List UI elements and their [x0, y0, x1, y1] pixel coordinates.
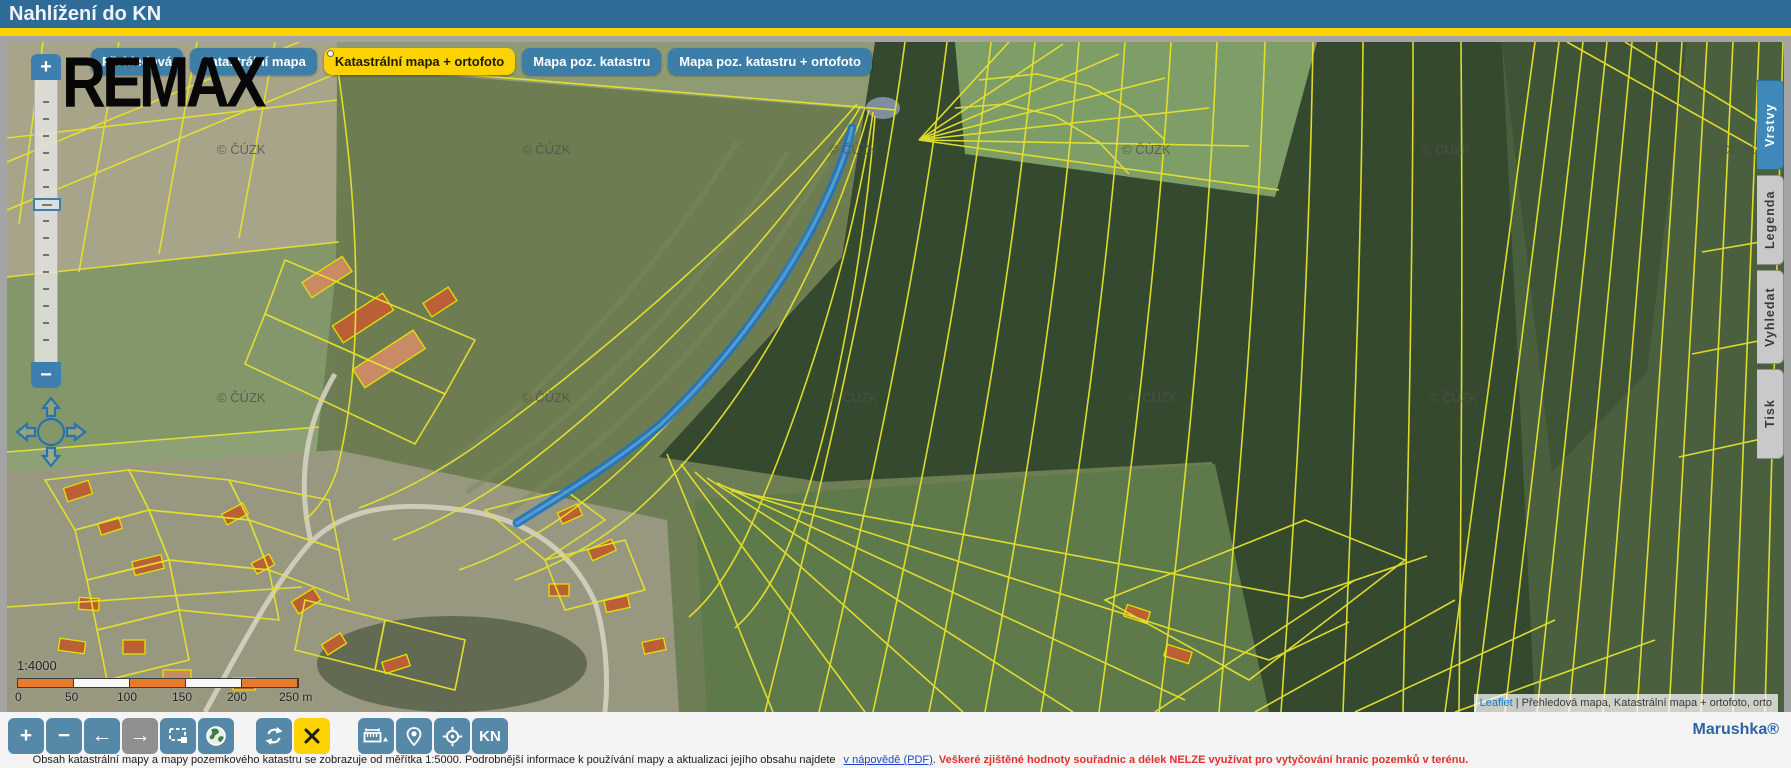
ruler-icon [363, 728, 388, 743]
selected-radio-dot [326, 50, 334, 57]
marushka-brand: Marushka® [1692, 721, 1779, 738]
zoom-slider-control: + − [31, 54, 61, 388]
tab-mapa-poz-katastru[interactable]: Mapa poz. katastru [522, 48, 662, 75]
crosshair-icon [442, 726, 462, 746]
pan-right-arrow-icon[interactable] [65, 421, 87, 443]
pan-left-arrow-icon[interactable] [15, 421, 37, 443]
tab-katastralni-mapa[interactable]: Katastrální mapa [190, 48, 317, 75]
leaflet-link[interactable]: Leaflet [1480, 697, 1513, 709]
zoom-slider-handle[interactable] [33, 198, 61, 211]
map-viewport[interactable]: Přehledová Katastrální mapa Katastrální … [7, 42, 1784, 712]
layer-tabs: Přehledová Katastrální mapa Katastrální … [91, 48, 872, 75]
pan-center-circle[interactable] [36, 417, 66, 447]
close-x-icon [304, 728, 320, 744]
scale-ticks: 0 50 100 150 200 250 m [15, 690, 313, 704]
zoom-slider-track[interactable] [33, 80, 61, 362]
measure-button[interactable] [358, 718, 394, 754]
zoom-rectangle-button[interactable] [160, 718, 196, 754]
aerial-map-layer [7, 42, 1784, 712]
side-tab-legenda[interactable]: Legenda [1757, 175, 1784, 265]
side-tab-vrstvy[interactable]: Vrstvy [1757, 80, 1784, 170]
locate-button[interactable] [434, 718, 470, 754]
history-forward-button[interactable]: → [122, 718, 158, 754]
side-tab-tisk[interactable]: Tisk [1757, 369, 1784, 459]
warning-text: Veškeré zjištěné hodnoty souřadnic a dél… [938, 754, 1469, 766]
app-header: Nahlížení do KN [0, 0, 1791, 28]
scale-ratio: 1:4000 [17, 658, 57, 673]
zoom-rectangle-icon [169, 728, 187, 743]
gps-pin-icon [406, 726, 422, 746]
side-tab-vyhledat[interactable]: Vyhledat [1757, 270, 1784, 364]
tab-mapa-poz-katastru-ortofoto[interactable]: Mapa poz. katastru + ortofoto [668, 48, 872, 75]
accent-bar [0, 28, 1791, 36]
zoom-out-button[interactable]: − [31, 362, 61, 388]
refresh-icon [265, 727, 283, 745]
disclaimer-text: Obsah katastrální mapy a mapy pozemkovéh… [32, 754, 1469, 766]
globe-icon [206, 726, 226, 746]
pan-down-arrow-icon[interactable] [40, 446, 62, 468]
tab-katastralni-mapa-ortofoto[interactable]: Katastrální mapa + ortofoto [323, 48, 516, 75]
scale-bar: 1:4000 0 50 100 150 200 250 m [15, 658, 317, 704]
gps-button[interactable] [396, 718, 432, 754]
refresh-button[interactable] [256, 718, 292, 754]
footer: + − ← → KN Marushka® Obsah katastrální m… [0, 712, 1791, 768]
help-pdf-link[interactable]: v nápovědě (PDF) [844, 754, 933, 766]
side-panel-tabs: Vrstvy Legenda Vyhledat Tisk [1757, 80, 1784, 459]
history-back-button[interactable]: ← [84, 718, 120, 754]
zoom-in-button[interactable]: + [31, 54, 61, 80]
tab-prehledova[interactable]: Přehledová [91, 48, 184, 75]
toolbar-zoom-out-button[interactable]: − [46, 718, 82, 754]
page-title: Nahlížení do KN [9, 3, 162, 25]
pan-up-arrow-icon[interactable] [40, 396, 62, 418]
map-frame: Přehledová Katastrální mapa Katastrální … [0, 36, 1791, 712]
kn-button[interactable]: KN [472, 718, 508, 754]
scale-segments [17, 678, 299, 688]
bottom-toolbar: + − ← → KN [8, 718, 508, 754]
pan-compass [13, 394, 89, 475]
map-attribution: Leaflet | Přehledová mapa, Katastrální m… [1473, 694, 1778, 712]
full-extent-button[interactable] [198, 718, 234, 754]
toolbar-zoom-in-button[interactable]: + [8, 718, 44, 754]
cancel-button[interactable] [294, 718, 330, 754]
attribution-layers: | Přehledová mapa, Katastrální mapa + or… [1515, 697, 1772, 709]
